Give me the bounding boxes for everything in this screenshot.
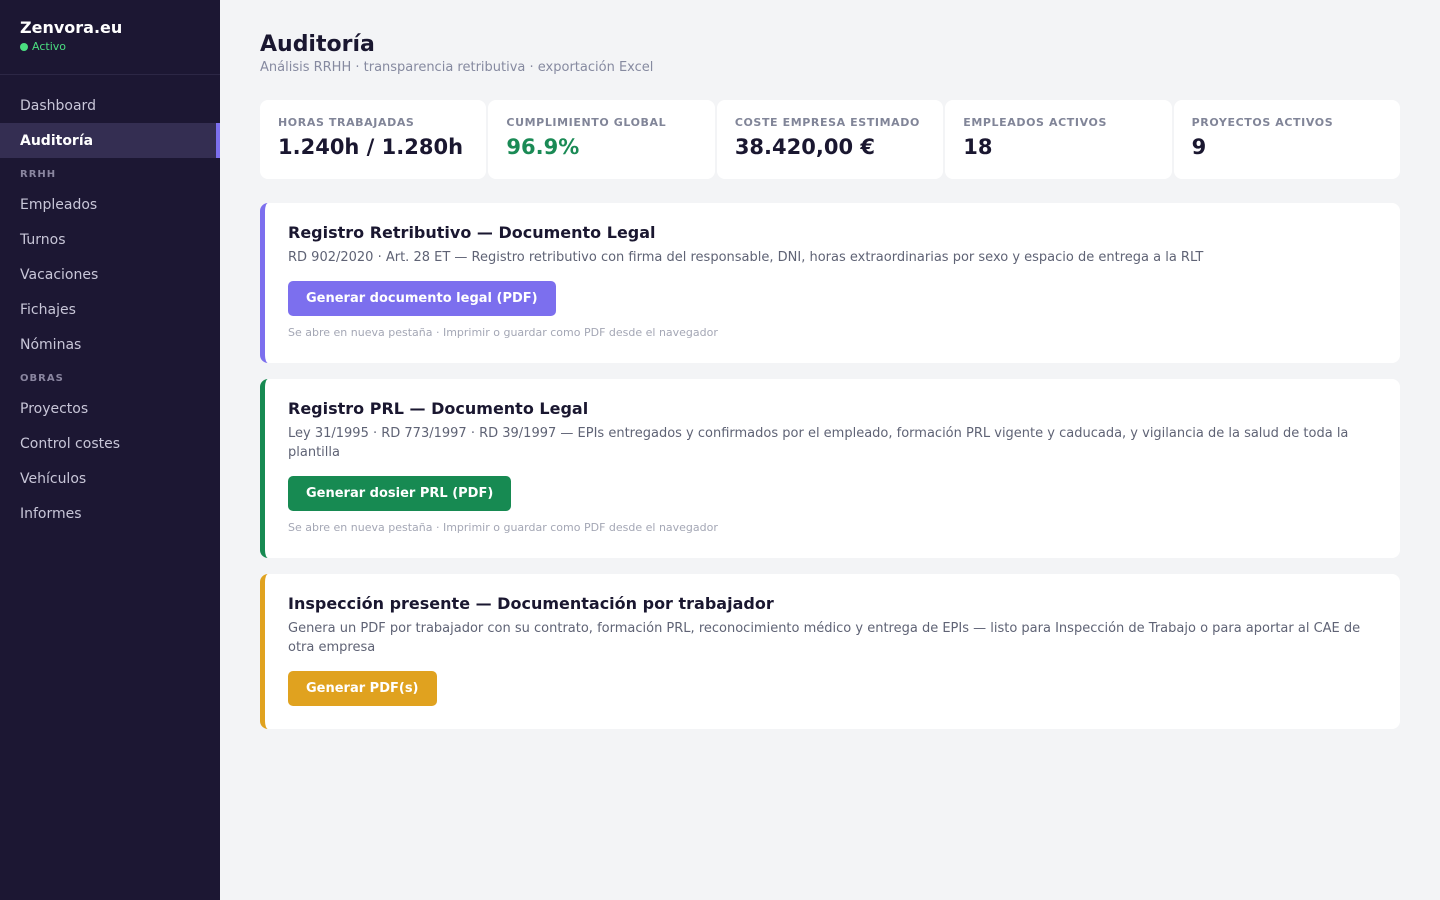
stat-label: HORAS TRABAJADAS — [278, 116, 415, 129]
generate-prl-pdf-button[interactable]: Generar dosier PRL (PDF) — [288, 476, 512, 511]
sidebar-item-dashboard[interactable]: Dashboard — [0, 88, 220, 123]
sidebar-section-rrhh: RRHH — [20, 169, 57, 180]
sidebar-item-label: Empleados — [20, 196, 98, 213]
stat-value: 18 — [963, 135, 993, 159]
sidebar-item-vacaciones[interactable]: Vacaciones — [0, 257, 220, 292]
main-content: Auditoría Análisis RRHH · transparencia … — [220, 0, 1440, 900]
sidebar: Zenvora.eu Activo Dashboard Auditoría RR… — [0, 0, 220, 900]
stat-card-proyectos: PROYECTOS ACTIVOS 9 — [1173, 100, 1401, 179]
sidebar-item-informes[interactable]: Informes — [0, 496, 220, 531]
generate-worker-pdfs-button[interactable]: Generar PDF(s) — [288, 671, 437, 706]
sidebar-item-label: Auditoría — [20, 132, 94, 149]
generate-legal-pdf-button[interactable]: Generar documento legal (PDF) — [288, 281, 556, 316]
stat-label: PROYECTOS ACTIVOS — [1191, 116, 1334, 129]
sidebar-item-label: Informes — [20, 505, 82, 522]
sidebar-item-vehiculos[interactable]: Vehículos — [0, 461, 220, 496]
card-inspeccion: Inspección presente — Documentación por … — [260, 574, 1400, 729]
stat-value: 38.420,00 € — [734, 135, 875, 159]
page-subtitle: Análisis RRHH · transparencia retributiv… — [260, 60, 654, 75]
card-title: Registro Retributivo — Documento Legal — [288, 223, 656, 242]
sidebar-item-label: Vehículos — [20, 470, 87, 487]
stat-value: 96.9% — [506, 135, 580, 159]
stat-card-empleados: EMPLEADOS ACTIVOS 18 — [945, 100, 1172, 179]
stat-label: CUMPLIMIENTO GLOBAL — [506, 116, 667, 129]
card-description: Genera un PDF por trabajador con su cont… — [288, 621, 1361, 655]
sidebar-item-label: Turnos — [20, 231, 66, 248]
stat-card-cumplimiento: CUMPLIMIENTO GLOBAL 96.9% — [488, 100, 715, 179]
sidebar-item-proyectos[interactable]: Proyectos — [0, 391, 220, 426]
card-title: Registro PRL — Documento Legal — [288, 399, 589, 418]
sidebar-section-obras: OBRAS — [20, 373, 64, 384]
sidebar-nav: Dashboard Auditoría RRHH Empleados Turno… — [0, 75, 220, 531]
card-note: Se abre en nueva pestaña · Imprimir o gu… — [288, 326, 718, 339]
sidebar-item-label: Dashboard — [20, 97, 96, 114]
sidebar-item-nominas[interactable]: Nóminas — [0, 327, 220, 362]
sidebar-item-label: Control costes — [20, 435, 121, 452]
status-dot-icon — [20, 43, 28, 51]
sidebar-item-label: Nóminas — [20, 336, 82, 353]
sidebar-item-label: Vacaciones — [20, 266, 99, 283]
stat-card-coste: COSTE EMPRESA ESTIMADO 38.420,00 € — [716, 100, 944, 179]
card-registro-retributivo: Registro Retributivo — Documento Legal R… — [260, 203, 1400, 363]
stat-label: COSTE EMPRESA ESTIMADO — [734, 116, 920, 129]
stats-row: HORAS TRABAJADAS 1.240h / 1.280h CUMPLIM… — [260, 100, 1401, 179]
card-description: Ley 31/1995 · RD 773/1997 · RD 39/1997 —… — [288, 426, 1349, 460]
card-title: Inspección presente — Documentación por … — [288, 594, 774, 613]
sidebar-item-control-costes[interactable]: Control costes — [0, 426, 220, 461]
stat-value: 1.240h / 1.280h — [278, 135, 464, 159]
stat-card-horas: HORAS TRABAJADAS 1.240h / 1.280h — [260, 100, 487, 179]
sidebar-item-turnos[interactable]: Turnos — [0, 222, 220, 257]
sidebar-item-auditoria[interactable]: Auditoría — [0, 123, 220, 158]
page-title: Auditoría — [260, 32, 375, 57]
card-registro-prl: Registro PRL — Documento Legal Ley 31/19… — [260, 379, 1400, 558]
sidebar-item-fichajes[interactable]: Fichajes — [0, 292, 220, 327]
stat-value: 9 — [1191, 135, 1207, 159]
card-note: Se abre en nueva pestaña · Imprimir o gu… — [288, 521, 718, 534]
sidebar-item-label: Fichajes — [20, 301, 76, 318]
card-description: RD 902/2020 · Art. 28 ET — Registro retr… — [288, 250, 1204, 265]
brand-name: Zenvora.eu — [20, 18, 123, 37]
sidebar-item-empleados[interactable]: Empleados — [0, 187, 220, 222]
status-indicator: Activo — [20, 40, 200, 54]
stat-label: EMPLEADOS ACTIVOS — [963, 116, 1107, 129]
brand: Zenvora.eu Activo — [0, 0, 220, 75]
sidebar-item-label: Proyectos — [20, 400, 89, 417]
status-label: Activo — [32, 40, 66, 53]
